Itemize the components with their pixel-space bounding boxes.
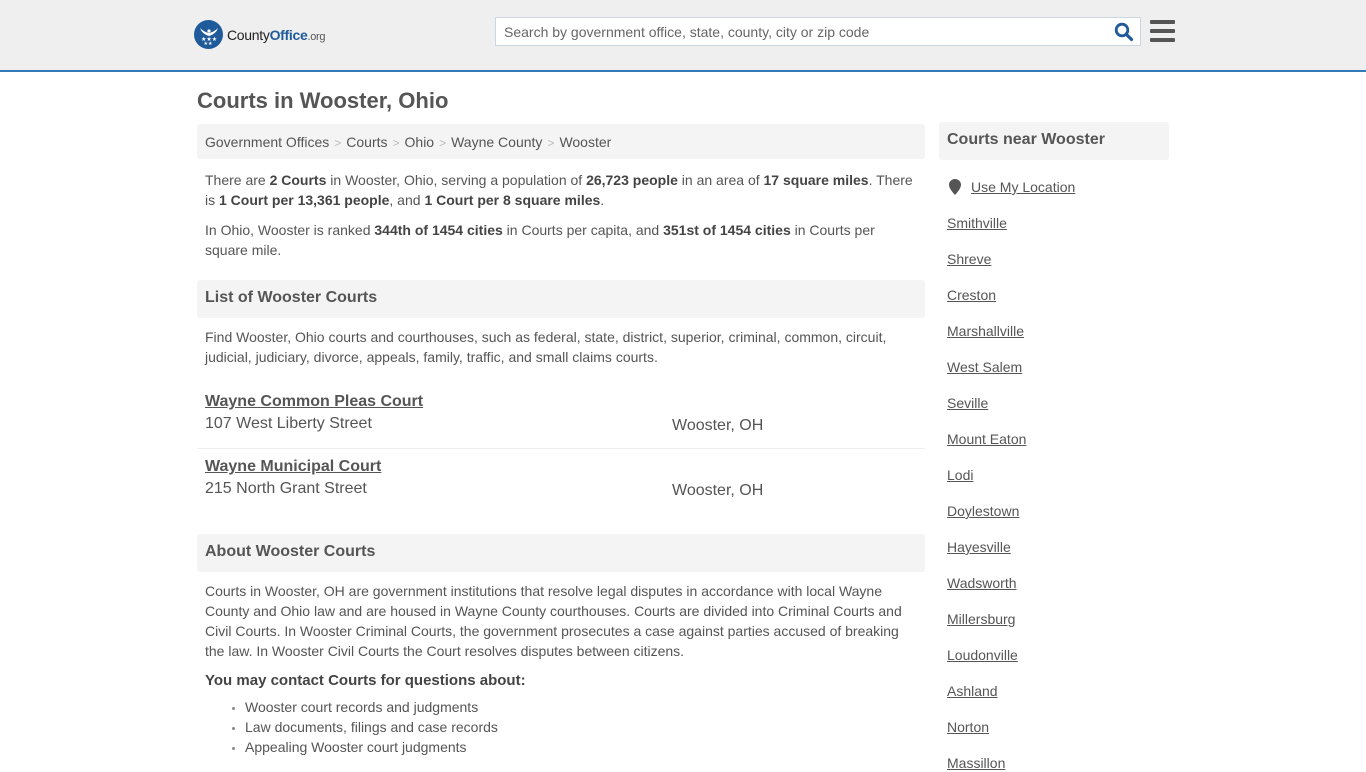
nearby-city-link[interactable]: Marshallville [947,322,1169,340]
courts-per-people: 1 Court per 13,361 people [219,192,390,208]
nearby-city-link[interactable]: Ashland [947,682,1169,700]
sidebar: Courts near Wooster Use My Location Smit… [939,122,1169,772]
logo-org: .org [307,30,326,43]
nearby-city-link[interactable]: West Salem [947,358,1169,376]
topics-list: Wooster court records and judgments Law … [197,697,925,757]
court-count: 2 Courts [269,172,327,188]
use-my-location-link[interactable]: Use My Location [971,179,1075,195]
nearby-city-link[interactable]: Mount Eaton [947,430,1169,448]
nearby-city-link[interactable]: Creston [947,286,1169,304]
nearby-city-link[interactable]: Lodi [947,466,1169,484]
ranking-paragraph: In Ohio, Wooster is ranked 344th of 1454… [197,220,925,260]
main-content: Government Offices > Courts > Ohio > Wayne Cou… [197,124,925,757]
svg-text:★★: ★★ [203,41,212,45]
search-input[interactable] [496,18,1096,45]
nearby-city-link[interactable]: Massillon [947,754,1169,772]
intro-paragraph: There are 2 Courts in Wooster, Ohio, ser… [197,170,925,210]
nearby-city-link[interactable]: Wadsworth [947,574,1169,592]
breadcrumb: Government Offices > Courts > Ohio > Wayne Cou… [197,124,925,159]
courts-list: Wayne Common Pleas Court 107 West Libert… [197,384,925,514]
contact-heading: You may contact Courts for questions abo… [205,672,526,689]
court-item: Wayne Common Pleas Court 107 West Libert… [197,384,925,449]
breadcrumb-wayne-county[interactable]: Wayne County [451,134,542,150]
logo-text: CountyOffice.org [227,26,326,43]
text: There are [205,172,270,188]
list-description: Find Wooster, Ohio courts and courthouse… [205,329,887,365]
logo-office: Office [269,26,308,43]
list-section-heading: List of Wooster Courts [197,280,925,318]
court-city: Wooster, OH [672,417,764,434]
nearby-cities-list: Smithville Shreve Creston Marshallville … [939,214,1169,772]
search-box [495,17,1141,46]
text: . [600,192,605,208]
nearby-city-link[interactable]: Loudonville [947,646,1169,664]
court-address: 215 North Grant Street [205,480,367,497]
court-address: 107 West Liberty Street [205,415,372,432]
breadcrumb-wooster[interactable]: Wooster [559,134,611,150]
court-city: Wooster, OH [672,482,764,499]
area: 17 square miles [763,172,869,188]
topic-item: Appealing Wooster court judgments [245,737,925,757]
text: In Ohio, Wooster is ranked [205,222,375,238]
nearby-city-link[interactable]: Smithville [947,214,1169,232]
population: 26,723 people [586,172,678,188]
use-location-row: Use My Location [939,178,1169,196]
breadcrumb-ohio[interactable]: Ohio [405,134,435,150]
site-header: ★★★ ★★ CountyOffice.org [0,0,1366,72]
about-text: Courts in Wooster, OH are government ins… [205,583,902,659]
text: in an area of [677,172,764,188]
search-button[interactable] [1114,22,1134,42]
court-item: Wayne Municipal Court 215 North Grant St… [197,449,925,514]
text: in Wooster, Ohio, serving a population o… [326,172,587,188]
eagle-stars-icon: ★★★ ★★ [194,20,223,49]
hamburger-menu-icon[interactable] [1150,20,1175,42]
sidebar-heading: Courts near Wooster [939,122,1169,160]
breadcrumb-government-offices[interactable]: Government Offices [205,134,329,150]
nearby-city-link[interactable]: Doylestown [947,502,1169,520]
about-section-heading: About Wooster Courts [197,534,925,572]
court-name-link[interactable]: Wayne Common Pleas Court [205,393,423,411]
nearby-city-link[interactable]: Seville [947,394,1169,412]
search-icon [1114,22,1134,42]
topic-item: Wooster court records and judgments [245,697,925,717]
site-logo[interactable]: ★★★ ★★ CountyOffice.org [194,20,326,49]
rank-per-capita: 344th of 1454 cities [374,222,503,238]
breadcrumb-separator: > [547,136,555,150]
logo-county: County [227,26,270,43]
breadcrumb-separator: > [334,136,342,150]
nearby-city-link[interactable]: Millersburg [947,610,1169,628]
map-marker-icon [949,179,961,195]
breadcrumb-separator: > [439,136,447,150]
nearby-city-link[interactable]: Norton [947,718,1169,736]
nearby-city-link[interactable]: Shreve [947,250,1169,268]
courts-per-area: 1 Court per 8 square miles [424,192,601,208]
rank-per-area: 351st of 1454 cities [663,222,791,238]
text: in Courts per capita, and [502,222,664,238]
breadcrumb-separator: > [392,136,400,150]
court-name-link[interactable]: Wayne Municipal Court [205,458,381,476]
nearby-city-link[interactable]: Hayesville [947,538,1169,556]
topic-item: Law documents, filings and case records [245,717,925,737]
page-title: Courts in Wooster, Ohio [197,88,449,113]
breadcrumb-courts[interactable]: Courts [346,134,387,150]
text: , and [389,192,425,208]
